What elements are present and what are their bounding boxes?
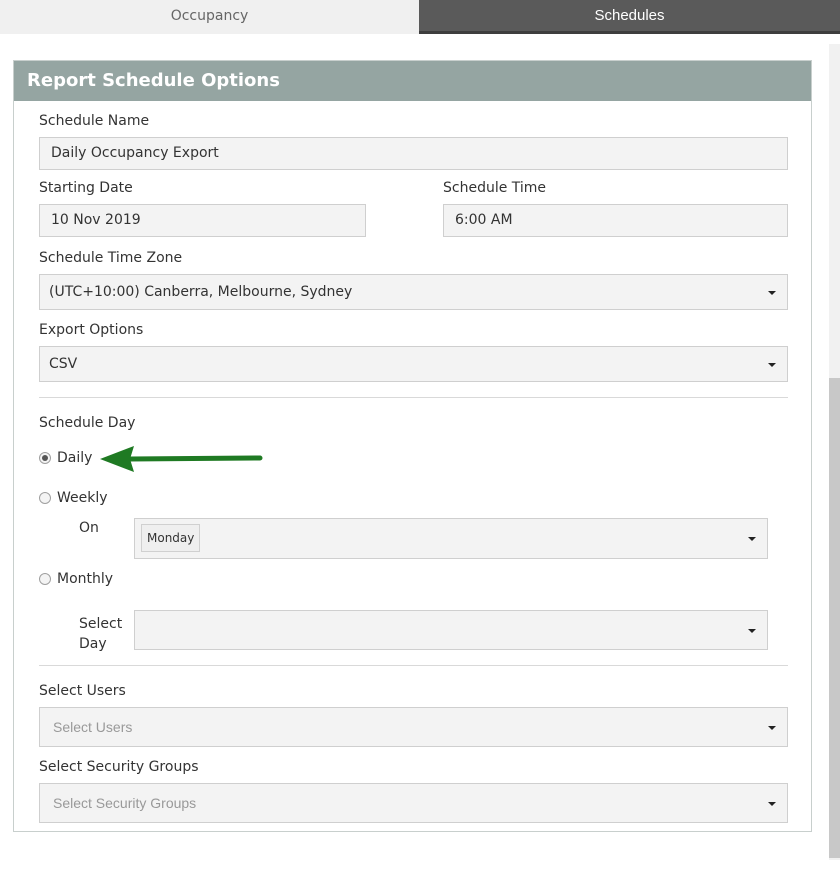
security-groups-placeholder: Select Security Groups	[53, 795, 197, 811]
monthly-radio[interactable]	[39, 573, 51, 585]
schedule-name-input[interactable]: Daily Occupancy Export	[39, 137, 788, 170]
export-options-select[interactable]: CSV	[39, 346, 788, 382]
divider	[39, 665, 788, 666]
divider	[39, 397, 788, 398]
daily-radio[interactable]	[39, 452, 51, 464]
export-options-value: CSV	[49, 356, 78, 372]
schedule-day-label: Schedule Day	[39, 415, 136, 431]
panel-title: Report Schedule Options	[14, 61, 811, 101]
starting-date-label: Starting Date	[39, 180, 133, 196]
security-groups-label: Select Security Groups	[39, 759, 199, 775]
weekly-label[interactable]: Weekly	[57, 490, 108, 506]
monthly-label[interactable]: Monthly	[57, 571, 113, 587]
chevron-down-icon	[748, 537, 756, 541]
report-schedule-panel: Report Schedule Options Schedule Name Da…	[13, 60, 812, 832]
weekly-radio[interactable]	[39, 492, 51, 504]
schedule-time-input[interactable]: 6:00 AM	[443, 204, 788, 237]
tab-occupancy[interactable]: Occupancy	[0, 0, 419, 34]
select-day-label-line2: Day	[79, 636, 107, 652]
scrollbar-thumb[interactable]	[829, 378, 840, 858]
chevron-down-icon	[768, 726, 776, 730]
chevron-down-icon	[768, 291, 776, 295]
tab-schedules[interactable]: Schedules	[419, 0, 840, 34]
select-day-label-line1: Select	[79, 616, 123, 632]
weekly-day-chip[interactable]: Monday	[141, 524, 201, 552]
select-users-label: Select Users	[39, 683, 126, 699]
monthly-day-select[interactable]	[134, 610, 768, 650]
on-label: On	[79, 520, 99, 536]
tab-bar: Occupancy Schedules	[0, 0, 840, 34]
export-options-label: Export Options	[39, 322, 144, 338]
schedule-name-label: Schedule Name	[39, 113, 150, 129]
time-zone-select[interactable]: (UTC+10:00) Canberra, Melbourne, Sydney	[39, 274, 788, 310]
starting-date-input[interactable]: 10 Nov 2019	[39, 204, 366, 237]
time-zone-value: (UTC+10:00) Canberra, Melbourne, Sydney	[49, 284, 353, 300]
select-users-dropdown[interactable]: Select Users	[39, 707, 788, 747]
chevron-down-icon	[768, 363, 776, 367]
weekly-day-select[interactable]: Monday	[134, 518, 768, 559]
schedule-time-label: Schedule Time	[443, 180, 547, 196]
daily-label[interactable]: Daily	[57, 450, 92, 466]
select-users-placeholder: Select Users	[53, 719, 133, 735]
chevron-down-icon	[748, 629, 756, 633]
green-arrow-icon	[100, 446, 263, 472]
time-zone-label: Schedule Time Zone	[39, 250, 183, 266]
chevron-down-icon	[768, 802, 776, 806]
security-groups-dropdown[interactable]: Select Security Groups	[39, 783, 788, 823]
